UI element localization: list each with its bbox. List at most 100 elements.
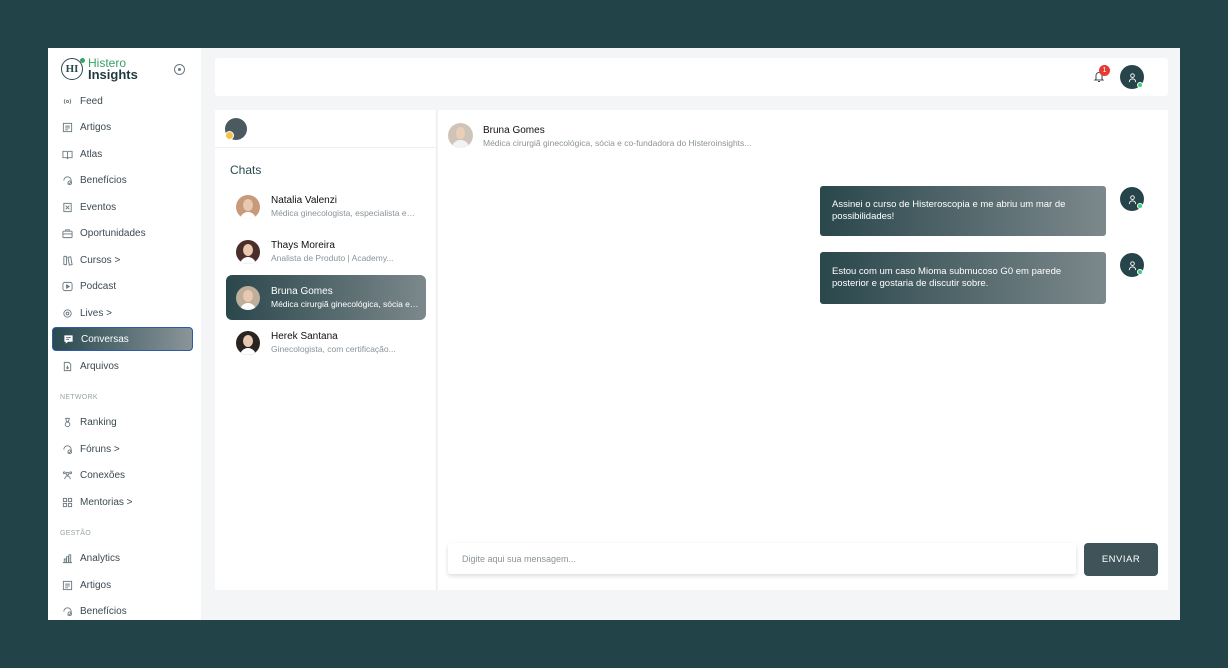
live-icon [62, 308, 73, 319]
library-icon [62, 255, 73, 266]
sidebar-item-label: Benefícios [80, 605, 127, 617]
section-label-gestao: GESTÃO [60, 530, 91, 537]
notification-badge: 1 [1099, 65, 1110, 76]
sidebar-item-oportunidades[interactable]: Oportunidades [52, 221, 193, 245]
chat-item-natalia[interactable]: Natalia Valenzi Médica ginecologista, es… [226, 184, 426, 229]
online-status-dot [1137, 269, 1143, 275]
sidebar-item-label: Artigos [80, 579, 112, 591]
sidebar-item-label: Benefícios [80, 174, 127, 186]
sidebar-item-beneficios[interactable]: Benefícios [52, 168, 193, 192]
crown-badge-icon [225, 131, 234, 140]
avatar [236, 239, 260, 264]
sidebar-item-label: Atlas [80, 148, 103, 160]
sidebar: HI Histero Insights Feed Artigos Atlas B… [48, 48, 201, 620]
bar-chart-icon [62, 553, 73, 564]
sidebar-item-label: Ranking [80, 416, 117, 428]
gift-icon [62, 606, 73, 617]
collapse-sidebar-button[interactable] [174, 64, 185, 75]
chat-item-subtitle: Médica cirurgiã ginecológica, sócia e co… [271, 299, 419, 309]
sidebar-item-feed[interactable]: Feed [52, 89, 193, 113]
file-icon [62, 361, 73, 372]
app-window: HI Histero Insights Feed Artigos Atlas B… [48, 48, 1180, 620]
chat-item-name: Natalia Valenzi [271, 195, 337, 206]
medal-icon [62, 417, 73, 428]
sidebar-item-label: Feed [80, 95, 103, 107]
sidebar-item-artigos[interactable]: Artigos [52, 115, 193, 139]
chat-item-bruna[interactable]: Bruna Gomes Médica cirurgiã ginecológica… [226, 275, 426, 320]
avatar [236, 194, 260, 219]
logo[interactable]: HI Histero Insights [61, 57, 138, 81]
sidebar-item-label: Eventos [80, 201, 117, 213]
sidebar-item-beneficios-gestao[interactable]: Benefícios [52, 599, 193, 620]
message-input[interactable] [448, 543, 1076, 574]
message-bubble: Estou com um caso Mioma submucoso G0 em … [820, 252, 1106, 304]
chat-list-panel: Chats Natalia Valenzi Médica ginecologis… [215, 110, 437, 590]
sidebar-item-label: Analytics [80, 552, 121, 564]
online-status-dot [1137, 82, 1143, 88]
message-avatar [1120, 187, 1144, 211]
users-icon [62, 470, 73, 481]
online-status-dot [1137, 203, 1143, 209]
sidebar-item-artigos-gestao[interactable]: Artigos [52, 573, 193, 597]
chat-item-herek[interactable]: Herek Santana Ginecologista, com certifi… [226, 320, 426, 365]
chats-title: Chats [230, 163, 262, 177]
sidebar-item-label: Cursos > [80, 254, 121, 266]
section-label-network: NETWORK [60, 394, 98, 401]
sidebar-item-conexoes[interactable]: Conexões [52, 463, 193, 487]
sidebar-item-lives[interactable]: Lives > [52, 301, 193, 325]
gift-icon [62, 175, 73, 186]
message-avatar [1120, 253, 1144, 277]
chat-icon [63, 334, 74, 345]
top-bar: 1 [215, 58, 1168, 96]
forum-icon [62, 444, 73, 455]
sidebar-item-podcast[interactable]: Podcast [52, 274, 193, 298]
sidebar-item-conversas[interactable]: Conversas [52, 327, 193, 351]
sidebar-item-ranking[interactable]: Ranking [52, 410, 193, 434]
sidebar-item-arquivos[interactable]: Arquivos [52, 354, 193, 378]
avatar [236, 285, 260, 310]
conversation-header: Bruna Gomes Médica cirurgiã ginecológica… [438, 110, 1168, 156]
sidebar-item-label: Conexões [80, 469, 126, 481]
play-icon [62, 281, 73, 292]
briefcase-icon [62, 228, 73, 239]
logo-text-insights: Insights [88, 67, 138, 82]
calendar-icon [62, 202, 73, 213]
chat-list-header [215, 110, 436, 148]
sidebar-item-atlas[interactable]: Atlas [52, 142, 193, 166]
sidebar-item-label: Fóruns > [80, 443, 120, 455]
sidebar-item-label: Arquivos [80, 360, 119, 372]
avatar[interactable] [448, 123, 473, 148]
conversation-contact-name: Bruna Gomes [483, 125, 545, 136]
user-avatar[interactable] [1120, 65, 1144, 89]
logo-mark: HI [61, 58, 85, 80]
conversation-contact-subtitle: Médica cirurgiã ginecológica, sócia e co… [483, 138, 752, 148]
sidebar-item-label: Podcast [80, 280, 117, 292]
conversation-panel: Bruna Gomes Médica cirurgiã ginecológica… [438, 110, 1168, 590]
chat-item-thays[interactable]: Thays Moreira Analista de Produto | Acad… [226, 229, 426, 274]
sidebar-item-label: Mentorias > [80, 496, 133, 508]
sidebar-item-cursos[interactable]: Cursos > [52, 248, 193, 272]
chat-item-name: Bruna Gomes [271, 286, 333, 297]
sidebar-item-label: Oportunidades [80, 227, 146, 239]
broadcast-icon [62, 96, 73, 107]
sidebar-item-foruns[interactable]: Fóruns > [52, 437, 193, 461]
chat-item-name: Herek Santana [271, 331, 338, 342]
grid-icon [62, 497, 73, 508]
user-icon [1128, 260, 1136, 270]
chat-item-name: Thays Moreira [271, 240, 335, 251]
chat-item-subtitle: Médica ginecologista, especialista em... [271, 208, 419, 218]
sidebar-item-analytics[interactable]: Analytics [52, 546, 193, 570]
sidebar-item-label: Lives > [80, 307, 112, 319]
chat-item-subtitle: Analista de Produto | Academy... [271, 253, 394, 263]
document-icon [62, 122, 73, 133]
message-bubble: Assinei o curso de Histeroscopia e me ab… [820, 186, 1106, 236]
sidebar-item-label: Conversas [81, 333, 129, 345]
chat-item-subtitle: Ginecologista, com certificação... [271, 344, 396, 354]
user-icon [1128, 194, 1136, 204]
sidebar-item-mentorias[interactable]: Mentorias > [52, 490, 193, 514]
document-icon [62, 580, 73, 591]
sidebar-item-eventos[interactable]: Eventos [52, 195, 193, 219]
book-icon [62, 149, 73, 160]
user-icon [1128, 72, 1136, 82]
send-button[interactable]: ENVIAR [1084, 543, 1158, 576]
